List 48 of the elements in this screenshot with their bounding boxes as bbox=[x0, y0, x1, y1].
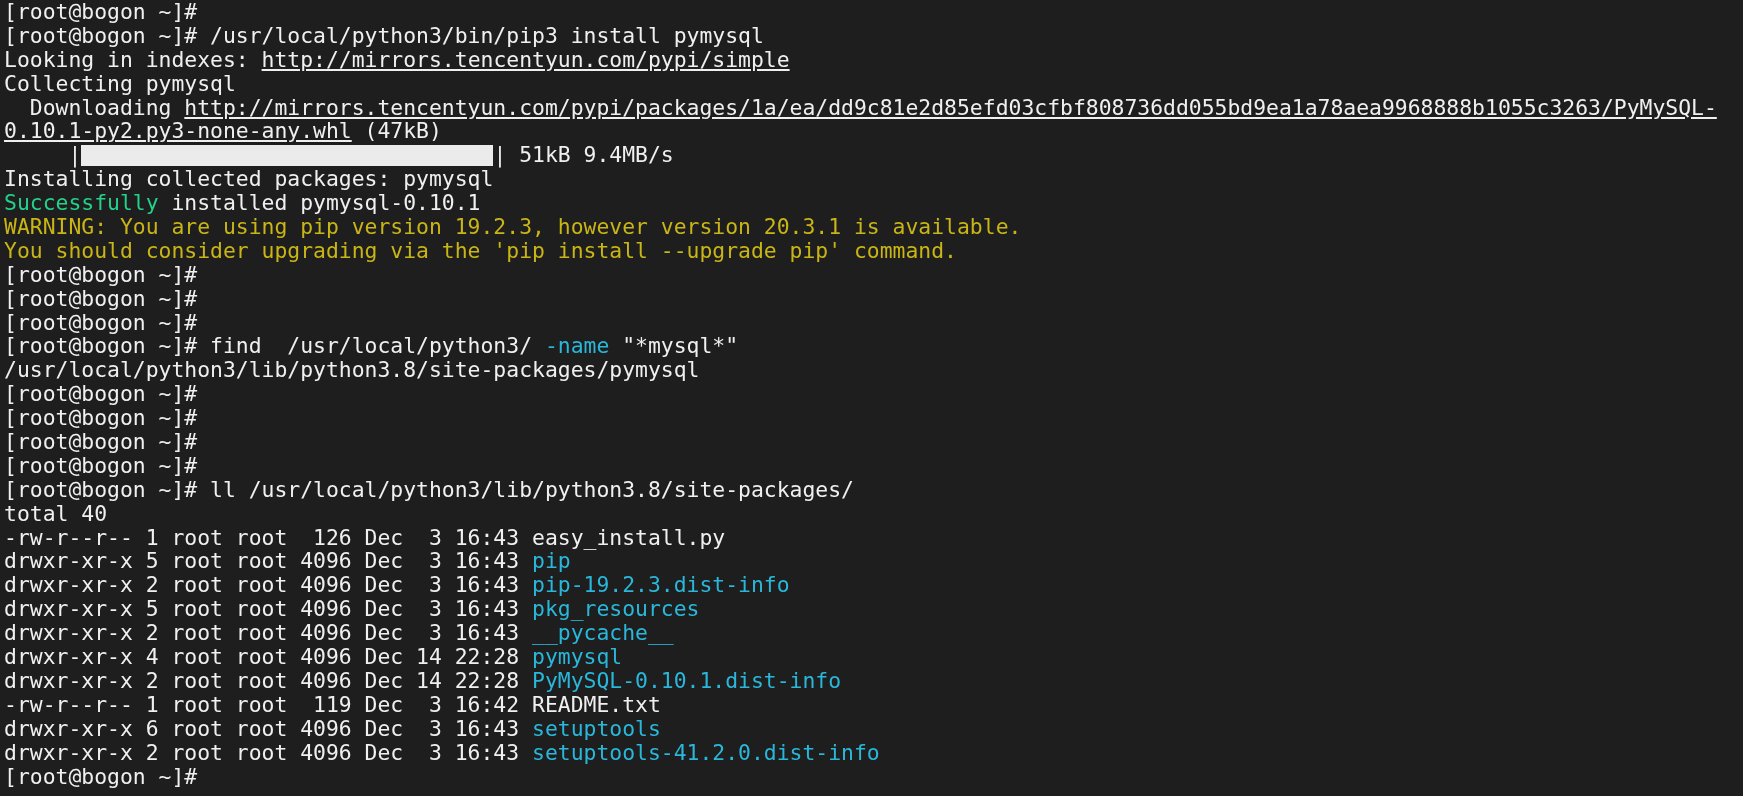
terminal-text: pkg_resources bbox=[532, 597, 700, 622]
terminal-text: PyMySQL-0.10.1.dist-info bbox=[532, 668, 842, 693]
terminal-text: /usr/local/python3/lib/python3.8/site-packages/pymysql bbox=[4, 358, 700, 383]
terminal-text: WARNING: You are using pip version 19.2.3, however version 20.3.1 is available. bbox=[4, 215, 1022, 239]
terminal-text: [root@bogon ~]# bbox=[4, 310, 198, 335]
terminal-text: -name bbox=[544, 334, 610, 359]
terminal-text: -rw-r--r-- 1 root root 119 Dec 3 16:42 README.txt bbox=[4, 692, 661, 717]
terminal-text: | 51kB 9.4MB/s bbox=[493, 143, 674, 168]
terminal-text: [root@bogon ~]# find /usr/local/python3/ bbox=[4, 334, 533, 359]
terminal-text: installed pymysql-0.10.1 bbox=[170, 191, 481, 216]
terminal-text: [root@bogon ~]# bbox=[4, 764, 198, 789]
terminal-text: drwxr-xr-x 2 root root 4096 Dec 3 16:43 bbox=[4, 740, 521, 765]
terminal-text: [root@bogon ~]# bbox=[4, 430, 198, 454]
link[interactable]: http://mirrors.tencentyun.com/pypi/packages/1a/ea/dd9c81e2d85efd03cfbf808736dd055bd9ea1a78aea9968888b1055c3263/PyMySQL- bbox=[184, 95, 1717, 120]
terminal-text: drwxr-xr-x 5 root root 4096 Dec 3 16:43 bbox=[4, 549, 521, 574]
terminal-text: [root@bogon ~]# bbox=[4, 453, 198, 478]
link[interactable]: http://mirrors.tencentyun.com/pypi/simple bbox=[261, 47, 790, 72]
terminal-text: You should consider upgrading via the 'pip install --upgrade pip' command. bbox=[4, 238, 957, 263]
terminal-text: "*mysql*" bbox=[621, 334, 739, 359]
terminal-text: Successfully bbox=[4, 191, 159, 216]
terminal-text: (47kB) bbox=[364, 119, 442, 144]
terminal-text: [root@bogon ~]# bbox=[4, 382, 198, 407]
terminal-text: Installing collected packages: pymysql bbox=[4, 167, 494, 192]
terminal-text: Collecting pymysql bbox=[4, 71, 236, 96]
terminal-text: setuptools-41.2.0.dist-info bbox=[532, 740, 880, 765]
terminal-text: drwxr-xr-x 2 root root 4096 Dec 3 16:43 bbox=[4, 621, 521, 646]
terminal-text: -rw-r--r-- 1 root root 126 Dec 3 16:43 easy_install.py bbox=[4, 525, 726, 550]
terminal-text: drwxr-xr-x 2 root root 4096 Dec 14 22:28 bbox=[4, 668, 521, 693]
terminal-text: [root@bogon ~]# bbox=[4, 0, 198, 24]
terminal-text: setuptools bbox=[532, 716, 661, 741]
terminal-text: [root@bogon ~]# bbox=[4, 262, 198, 287]
terminal-text: drwxr-xr-x 6 root root 4096 Dec 3 16:43 bbox=[4, 716, 521, 741]
terminal-text: drwxr-xr-x 2 root root 4096 Dec 3 16:43 bbox=[4, 573, 521, 598]
terminal-text: pip-19.2.3.dist-info bbox=[532, 573, 790, 598]
link[interactable]: 0.10.1-py2.py3-none-any.whl bbox=[4, 119, 352, 144]
terminal-text: __pycache__ bbox=[532, 621, 674, 646]
terminal-text: pymysql bbox=[532, 645, 623, 669]
terminal-text: [root@bogon ~]# /usr/local/python3/bin/pip3 install pymysql bbox=[4, 23, 764, 48]
terminal-text: total 40 bbox=[4, 501, 108, 526]
terminal-text: [root@bogon ~]# bbox=[4, 406, 198, 431]
terminal-text: Downloading bbox=[29, 95, 172, 120]
terminal-text: [root@bogon ~]# bbox=[4, 286, 198, 311]
terminal-text: | bbox=[67, 143, 82, 168]
terminal-text: pip bbox=[532, 549, 571, 574]
terminal-text: drwxr-xr-x 4 root root 4096 Dec 14 22:28 bbox=[4, 645, 521, 669]
terminal-text: [root@bogon ~]# ll /usr/local/python3/lib/python3.8/site-packages/ bbox=[4, 477, 854, 502]
terminal-text: drwxr-xr-x 5 root root 4096 Dec 3 16:43 bbox=[4, 597, 521, 622]
terminal-text: Looking in indexes: bbox=[4, 47, 249, 72]
